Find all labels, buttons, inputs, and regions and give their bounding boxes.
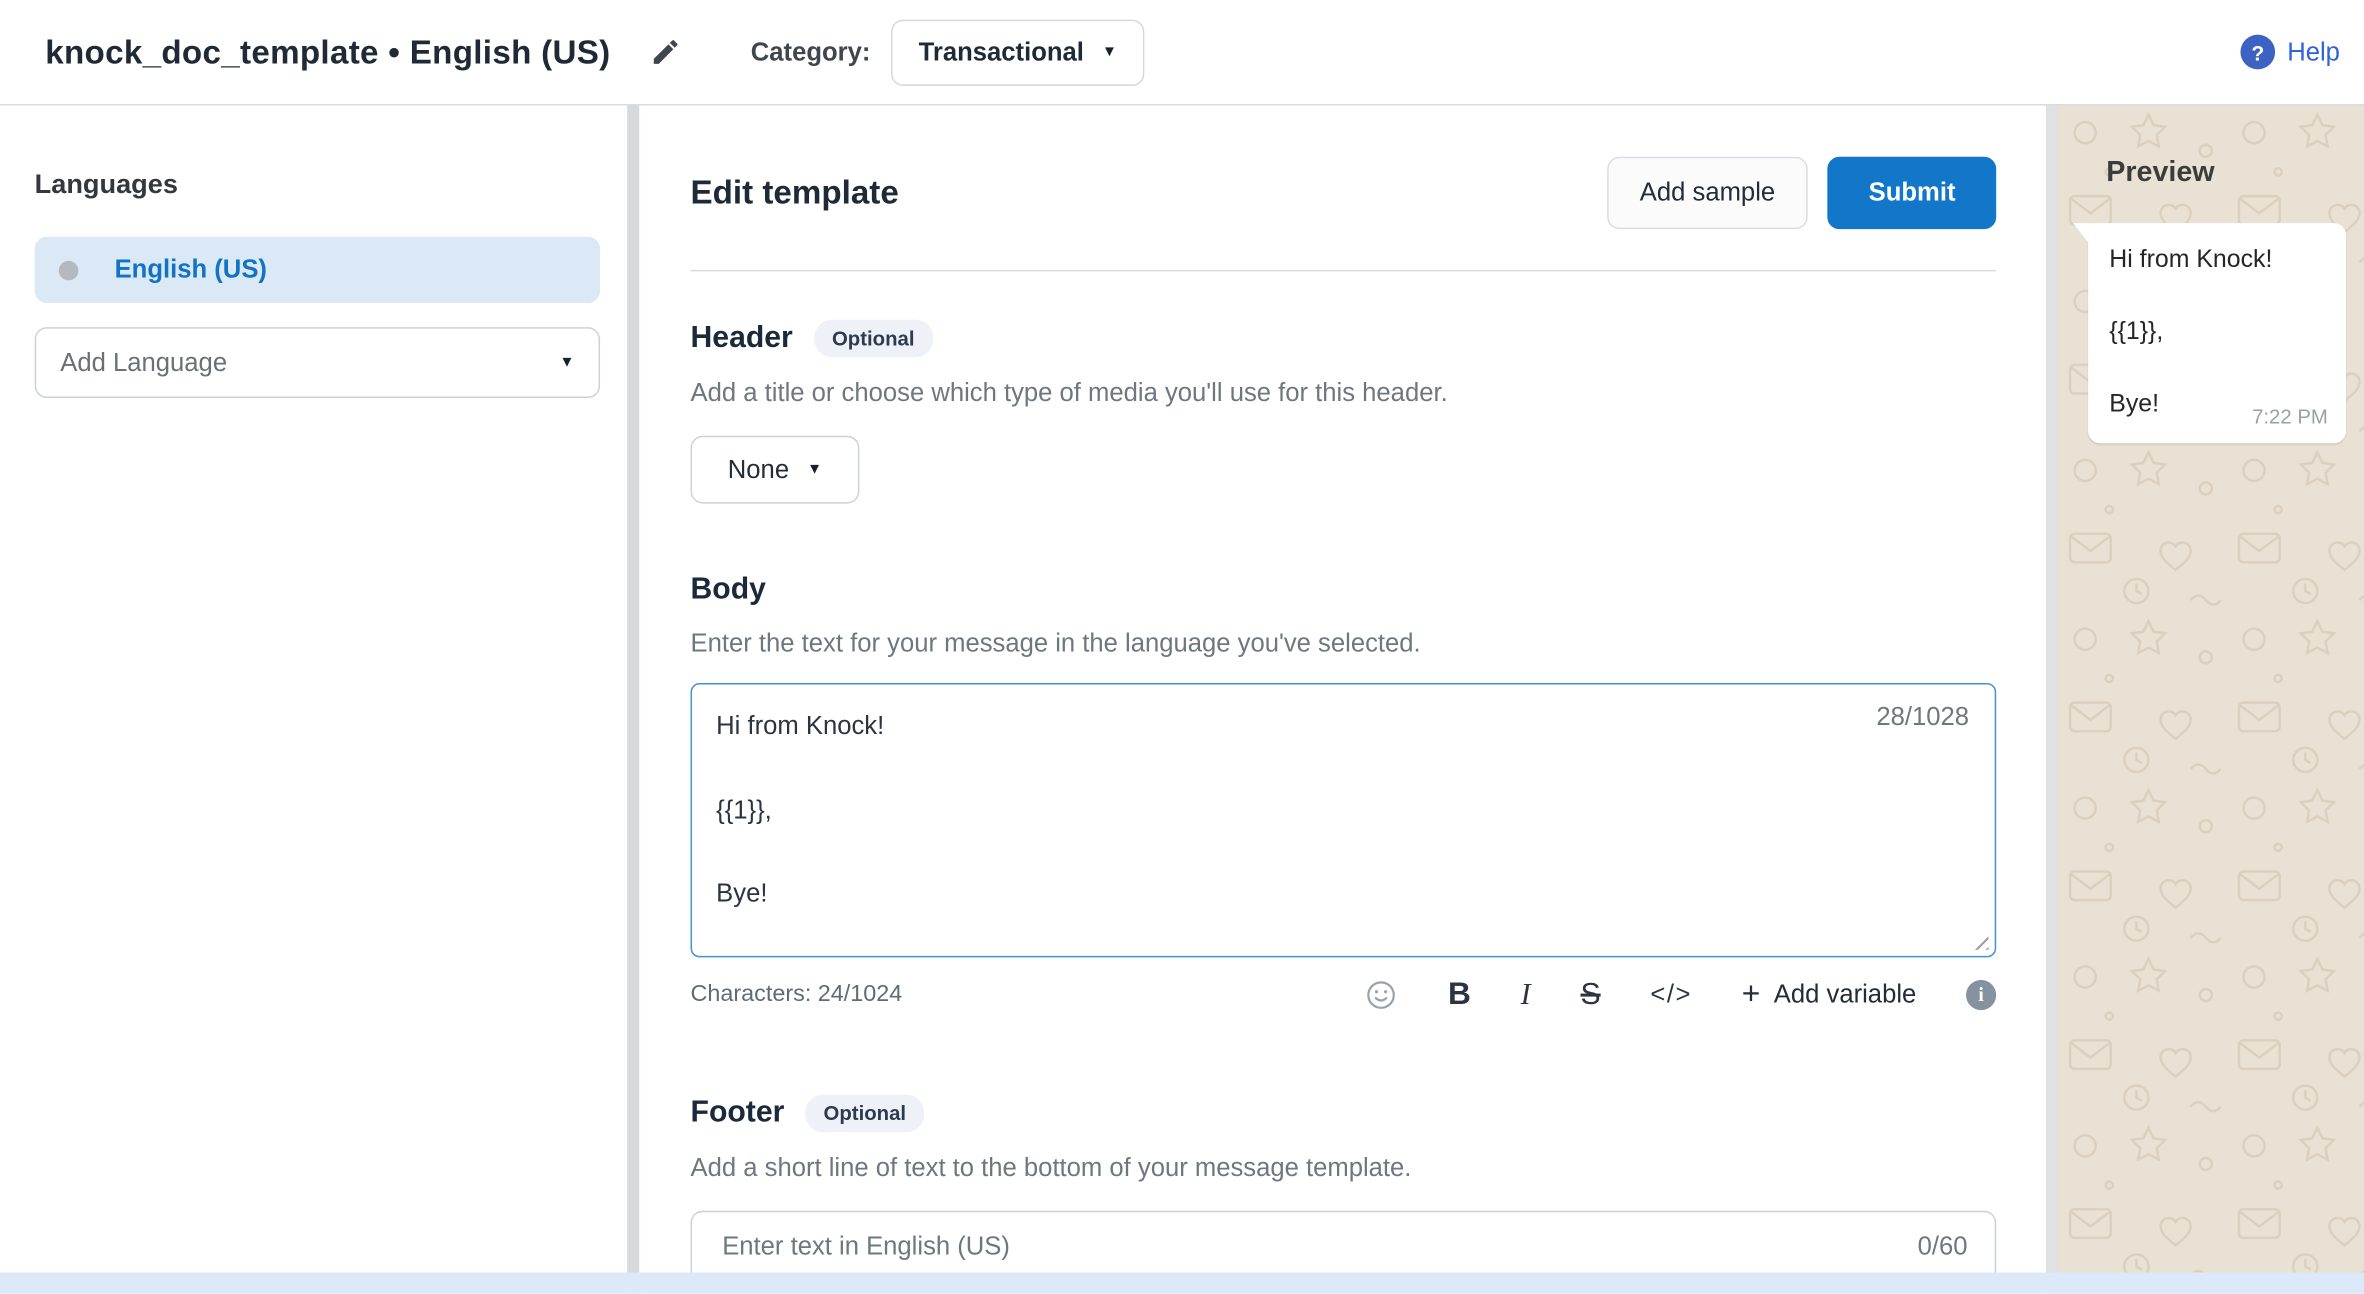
optional-badge: Optional — [805, 1095, 924, 1133]
chat-bubble-text: Hi from Knock! {{1}}, Bye! — [2109, 241, 2325, 422]
category-dropdown[interactable]: Transactional ▼ — [892, 19, 1145, 85]
top-bar: knock_doc_template • English (US) Catego… — [0, 0, 2364, 106]
help-icon: ? — [2240, 35, 2275, 70]
pencil-icon — [650, 36, 682, 68]
language-label: English (US) — [115, 255, 267, 285]
body-toolbar: Characters: 24/1024 — [691, 978, 1997, 1014]
footer-char-counter: 0/60 — [1918, 1232, 1968, 1262]
divider — [691, 271, 1997, 273]
preview-panel: Preview Hi from Knock! {{1}}, Bye! 7:22 … — [2058, 106, 2364, 1294]
optional-badge: Optional — [814, 320, 933, 358]
header-section-description: Add a title or choose which type of medi… — [691, 379, 1997, 409]
header-section: Header Optional Add a title or choose wh… — [691, 320, 1997, 504]
submit-button[interactable]: Submit — [1828, 156, 1996, 228]
bottom-highlight-strip — [0, 1272, 2364, 1293]
edit-title-button[interactable] — [644, 30, 688, 74]
footer-section-description: Add a short line of text to the bottom o… — [691, 1154, 1997, 1184]
header-type-value: None — [728, 455, 789, 485]
chevron-down-icon: ▼ — [807, 463, 822, 478]
body-text-input[interactable]: Hi from Knock! {{1}}, Bye! — [691, 684, 1997, 958]
bold-button[interactable]: B — [1448, 978, 1471, 1014]
add-language-placeholder: Add Language — [60, 348, 227, 378]
body-char-counter: 28/1028 — [1876, 703, 1969, 733]
formatting-tools: B I S </> + Add variable i — [1365, 978, 1996, 1014]
italic-button[interactable]: I — [1521, 978, 1531, 1013]
sidebar-item-english-us[interactable]: English (US) — [35, 237, 600, 303]
characters-label: Characters: 24/1024 — [691, 982, 903, 1009]
body-section-head: Body — [691, 574, 1997, 609]
header-section-title: Header — [691, 322, 793, 357]
info-icon[interactable]: i — [1966, 981, 1996, 1011]
add-sample-button[interactable]: Add sample — [1607, 156, 1809, 228]
help-label: Help — [2287, 37, 2340, 67]
body-section-title: Body — [691, 574, 766, 609]
plus-icon: + — [1742, 978, 1760, 1014]
chevron-down-icon: ▼ — [1102, 44, 1117, 59]
strikethrough-button[interactable]: S — [1580, 978, 1600, 1013]
main-scrollbar[interactable] — [2043, 106, 2058, 1294]
content-row: Languages English (US) Add Language ▼ Ed… — [0, 106, 2364, 1294]
template-editor: Edit template Add sample Submit Header O… — [642, 106, 2043, 1294]
footer-section-head: Footer Optional — [691, 1095, 1997, 1133]
body-section-description: Enter the text for your message in the l… — [691, 629, 1997, 659]
footer-section-title: Footer — [691, 1097, 785, 1132]
editor-header-row: Edit template Add sample Submit — [691, 151, 1997, 235]
category-value: Transactional — [919, 37, 1084, 67]
preview-heading: Preview — [2106, 157, 2346, 190]
emoji-button[interactable] — [1365, 979, 1398, 1012]
chat-bubble-timestamp: 7:22 PM — [2252, 406, 2328, 429]
editor-title: Edit template — [691, 173, 899, 212]
body-textarea-wrap: Hi from Knock! {{1}}, Bye! 28/1028 — [691, 684, 1997, 958]
add-language-dropdown[interactable]: Add Language ▼ — [35, 327, 600, 398]
languages-heading: Languages — [35, 169, 600, 201]
status-dot-icon — [59, 260, 79, 280]
header-section-head: Header Optional — [691, 320, 1997, 358]
app-window: knock_doc_template • English (US) Catego… — [0, 0, 2364, 1294]
footer-text-input[interactable] — [719, 1231, 1899, 1264]
smiley-icon — [1365, 979, 1398, 1012]
header-type-dropdown[interactable]: None ▼ — [691, 436, 860, 504]
add-variable-button[interactable]: + Add variable — [1742, 978, 1917, 1014]
page-title: knock_doc_template • English (US) — [45, 32, 610, 71]
sidebar-scrollbar[interactable] — [624, 106, 642, 1294]
languages-sidebar: Languages English (US) Add Language ▼ — [0, 106, 624, 1294]
code-button[interactable]: </> — [1650, 981, 1692, 1011]
footer-section: Footer Optional Add a short line of text… — [691, 1095, 1997, 1283]
category-group: Category: Transactional ▼ — [751, 19, 1144, 85]
help-link[interactable]: ? Help — [2240, 35, 2339, 70]
chevron-down-icon: ▼ — [559, 355, 574, 370]
body-section: Body Enter the text for your message in … — [691, 574, 1997, 1014]
add-variable-label: Add variable — [1774, 981, 1917, 1011]
chat-bubble: Hi from Knock! {{1}}, Bye! 7:22 PM — [2088, 223, 2346, 443]
category-label: Category: — [751, 37, 871, 67]
